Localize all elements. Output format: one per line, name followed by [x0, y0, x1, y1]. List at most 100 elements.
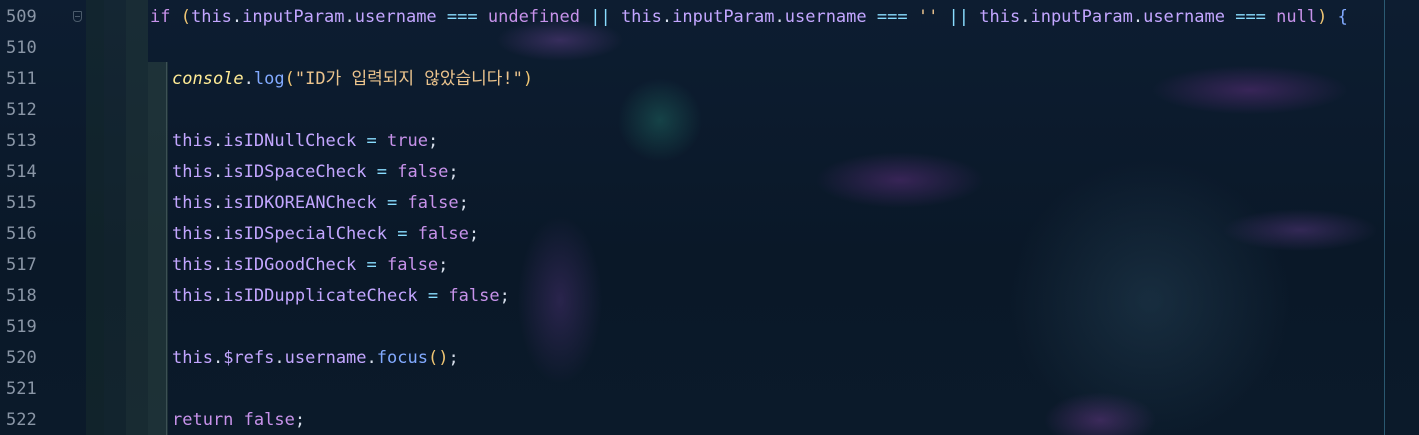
line-number: 521: [6, 379, 37, 399]
code-token: isIDNullCheck: [223, 131, 357, 151]
code-editor[interactable]: 509 if (this.inputParam.username === unde…: [0, 0, 1419, 435]
code-token: .: [1132, 7, 1144, 27]
code-line[interactable]: 522 return false;: [0, 405, 1419, 435]
code-token: ): [522, 69, 534, 89]
code-token: false: [417, 224, 469, 244]
code-token: this: [190, 7, 232, 27]
code-text[interactable]: this.isIDSpaceCheck = false;: [172, 157, 459, 188]
code-text[interactable]: this.isIDSpecialCheck = false;: [172, 219, 479, 250]
code-line[interactable]: 516 this.isIDSpecialCheck = false;: [0, 219, 1419, 250]
code-token: isIDSpecialCheck: [223, 224, 387, 244]
line-number: 509: [6, 7, 37, 27]
code-token: =: [386, 224, 418, 244]
code-text[interactable]: this.isIDNullCheck = true;: [172, 126, 438, 157]
code-token: this: [172, 162, 213, 182]
code-text[interactable]: this.isIDDupplicateCheck = false;: [172, 281, 510, 312]
code-token: false: [407, 193, 459, 213]
code-token: ===: [436, 7, 488, 27]
code-text[interactable]: this.isIDGoodCheck = false;: [172, 250, 448, 281]
code-token: .: [1020, 7, 1031, 27]
line-number: 513: [6, 131, 37, 151]
code-token: ||: [579, 7, 621, 27]
code-token: .: [212, 224, 224, 244]
code-token: =: [356, 255, 387, 275]
code-line[interactable]: 518 this.isIDDupplicateCheck = false;: [0, 281, 1419, 312]
code-token: username: [1143, 7, 1225, 27]
code-token: =: [356, 131, 387, 151]
code-token: username: [284, 348, 367, 368]
code-token: this: [172, 348, 213, 368]
code-token: focus: [376, 348, 428, 368]
code-line[interactable]: 519: [0, 312, 1419, 343]
code-token: isIDDupplicateCheck: [223, 286, 418, 306]
code-token: (: [284, 69, 295, 89]
code-token: ===: [1224, 7, 1277, 27]
code-text[interactable]: console.log("ID가 입력되지 않았습니다!"): [172, 64, 533, 95]
code-token: inputParam: [672, 7, 775, 27]
code-token: .: [212, 162, 224, 182]
code-token: ;: [427, 131, 439, 151]
code-token: =: [417, 286, 449, 306]
code-token: if: [150, 7, 181, 27]
line-number: 516: [6, 224, 37, 244]
code-token: .: [212, 348, 224, 368]
code-token: ===: [866, 7, 918, 27]
code-token: false: [243, 410, 295, 430]
code-token: false: [386, 255, 439, 275]
code-token: (: [180, 7, 191, 27]
code-token: username: [354, 7, 437, 27]
code-token: {: [1327, 7, 1348, 27]
code-token: isIDSpaceCheck: [223, 162, 367, 182]
code-line[interactable]: 515 this.isIDKOREANCheck = false;: [0, 188, 1419, 219]
code-token: .: [212, 255, 224, 275]
code-line[interactable]: 510: [0, 33, 1419, 64]
code-token: .: [366, 348, 377, 368]
code-token: =: [376, 193, 408, 213]
code-token: .: [274, 348, 285, 368]
code-token: log: [253, 69, 285, 89]
code-token: .: [661, 7, 673, 27]
code-token: .: [774, 7, 785, 27]
code-line[interactable]: 513 this.isIDNullCheck = true;: [0, 126, 1419, 157]
code-text[interactable]: this.isIDKOREANCheck = false;: [172, 188, 469, 219]
code-token: .: [243, 69, 254, 89]
code-token: .: [344, 7, 355, 27]
code-line[interactable]: 517 this.isIDGoodCheck = false;: [0, 250, 1419, 281]
code-token: this: [979, 7, 1021, 27]
code-line[interactable]: 520 this.$refs.username.focus();: [0, 343, 1419, 374]
code-text[interactable]: return false;: [172, 405, 305, 435]
line-number: 518: [6, 286, 37, 306]
code-token: null: [1276, 7, 1318, 27]
code-token: this: [172, 286, 213, 306]
code-token: ;: [438, 255, 449, 275]
code-token: ;: [499, 286, 510, 306]
code-token: isIDKOREANCheck: [223, 193, 377, 213]
code-token: return: [172, 410, 244, 430]
code-token: inputParam: [1030, 7, 1133, 27]
code-token: this: [172, 255, 213, 275]
code-token: this: [172, 224, 213, 244]
code-line[interactable]: 509 if (this.inputParam.username === unde…: [0, 2, 1419, 33]
code-text[interactable]: this.$refs.username.focus();: [172, 343, 459, 374]
code-token: ;: [448, 162, 459, 182]
code-token: this: [172, 193, 213, 213]
code-line[interactable]: 511 console.log("ID가 입력되지 않았습니다!"): [0, 64, 1419, 95]
code-token: this: [172, 131, 213, 151]
code-token: "ID가 입력되지 않았습니다!": [294, 69, 523, 89]
code-token: =: [366, 162, 398, 182]
code-token: ): [1317, 7, 1328, 27]
line-number: 515: [6, 193, 37, 213]
code-line[interactable]: 512: [0, 95, 1419, 126]
code-text[interactable]: if (this.inputParam.username === undefin…: [150, 2, 1348, 33]
code-token: '': [917, 7, 939, 27]
code-token: ;: [448, 348, 459, 368]
code-token: ;: [294, 410, 306, 430]
code-token: true: [386, 131, 428, 151]
code-token: .: [212, 131, 224, 151]
code-token: (): [427, 348, 449, 368]
line-number: 514: [6, 162, 37, 182]
code-token: .: [231, 7, 243, 27]
code-line[interactable]: 514 this.isIDSpaceCheck = false;: [0, 157, 1419, 188]
code-line[interactable]: 521: [0, 374, 1419, 405]
line-number: 519: [6, 317, 37, 337]
